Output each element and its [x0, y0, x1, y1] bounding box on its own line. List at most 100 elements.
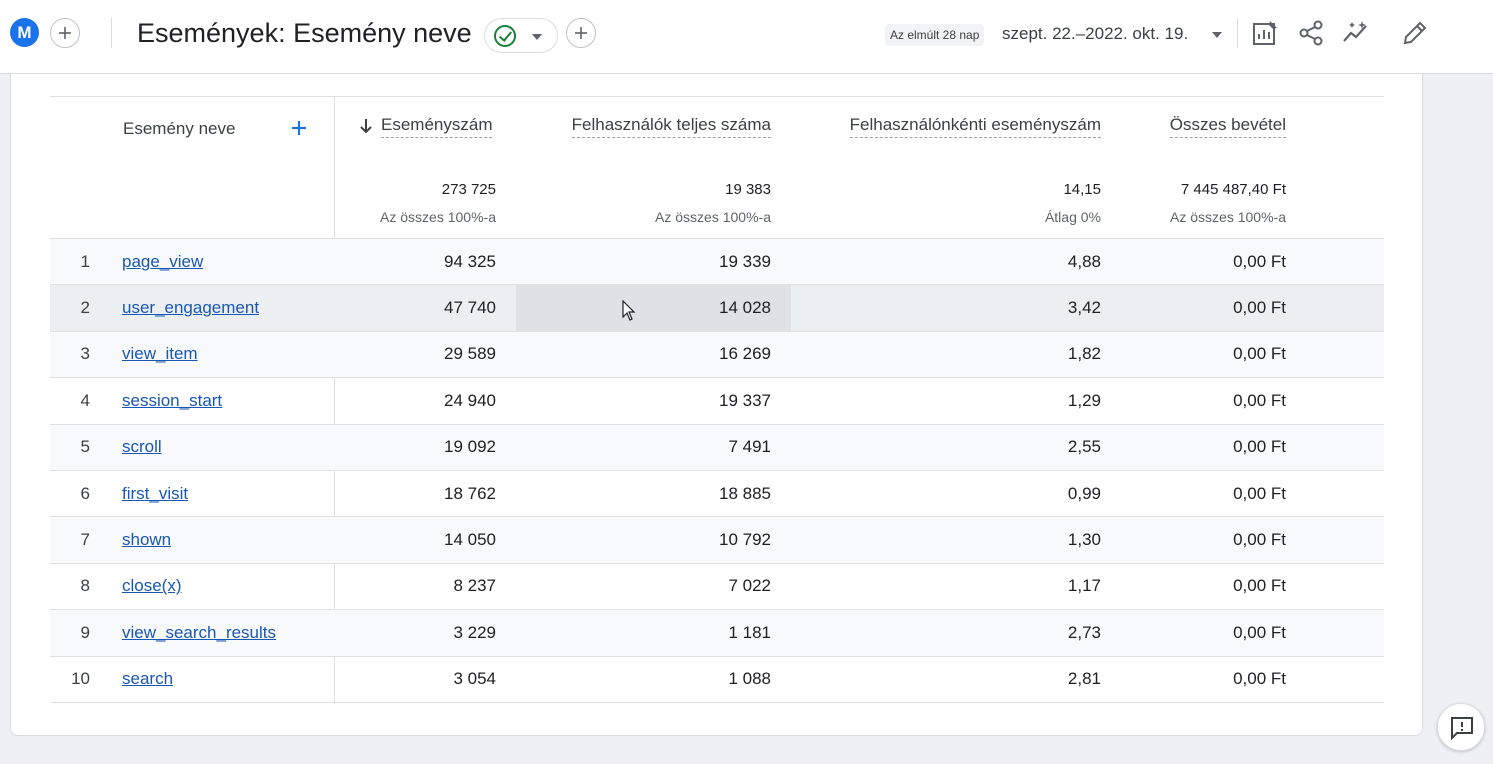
row-index: 9 [80, 622, 90, 642]
event-name-link[interactable]: session_start [122, 391, 222, 411]
event-name-link[interactable]: page_view [122, 252, 203, 272]
events-per-user-cell: 1,29 [1067, 390, 1101, 410]
total-users-cell: 7 022 [728, 576, 771, 596]
total-users-cell: 16 269 [719, 344, 771, 364]
row-index: 6 [80, 483, 90, 503]
total-users-cell: 1 181 [728, 622, 771, 642]
total-revenue-cell: 0,00 Ft [1233, 669, 1286, 689]
row-index: 5 [80, 437, 90, 457]
events-table: Esemény neve Eseményszám Felhasználók te… [50, 96, 1384, 704]
plus-icon [59, 27, 71, 39]
total-users-cell: 19 337 [719, 390, 771, 410]
total-revenue: 7 445 487,40 Ft [1180, 181, 1286, 198]
total-users-sub: Az összes 100%-a [655, 209, 771, 225]
event-count-cell: 24 940 [444, 390, 496, 410]
sort-arrow-down-icon[interactable] [359, 118, 373, 134]
total-events-per-user: 14,15 [1063, 181, 1101, 198]
total-revenue-cell: 0,00 Ft [1233, 251, 1286, 271]
mouse-cursor-icon [622, 300, 636, 321]
event-count-cell: 14 050 [444, 530, 496, 550]
total-revenue-cell: 0,00 Ft [1233, 298, 1286, 318]
add-dimension-plus-icon[interactable] [291, 120, 307, 136]
total-users: 19 383 [725, 181, 771, 198]
total-users-cell: 14 028 [719, 298, 771, 318]
event-name-link[interactable]: shown [122, 530, 171, 550]
edit-pencil-icon[interactable] [1401, 19, 1429, 47]
table-header: Esemény neve Eseményszám Felhasználók te… [50, 97, 1384, 239]
events-per-user-cell: 2,55 [1067, 437, 1101, 457]
plus-icon [575, 27, 587, 39]
column-header-event-count[interactable]: Eseményszám [381, 115, 493, 138]
event-name-link[interactable]: view_item [122, 344, 198, 364]
event-count-cell: 3 054 [453, 669, 496, 689]
total-revenue-cell: 0,00 Ft [1233, 344, 1286, 364]
event-count-cell: 94 325 [444, 251, 496, 271]
event-count-cell: 47 740 [444, 298, 496, 318]
column-header-total-users[interactable]: Felhasználók teljes száma [571, 115, 771, 138]
customize-report-icon[interactable] [1251, 19, 1279, 47]
row-index: 3 [80, 344, 90, 364]
feedback-button[interactable] [1437, 703, 1485, 751]
column-header-total-revenue[interactable]: Összes bevétel [1169, 115, 1286, 138]
total-users-cell: 10 792 [719, 530, 771, 550]
table-row[interactable]: 7 shown 14 050 10 792 1,30 0,00 Ft [50, 517, 1384, 564]
divider [111, 18, 112, 48]
events-per-user-cell: 1,82 [1067, 344, 1101, 364]
feedback-icon [1451, 717, 1473, 741]
event-name-link[interactable]: close(x) [122, 576, 182, 596]
table-row[interactable]: 5 scroll 19 092 7 491 2,55 0,00 Ft [50, 424, 1384, 471]
event-count-cell: 3 229 [453, 622, 496, 642]
total-event-count-sub: Az összes 100%-a [380, 209, 496, 225]
event-name-link[interactable]: scroll [122, 437, 162, 457]
events-per-user-cell: 2,81 [1067, 669, 1101, 689]
report-header: M Események: Esemény neve Az elmúlt 28 n… [0, 0, 1493, 74]
event-count-cell: 8 237 [453, 576, 496, 596]
share-icon[interactable] [1297, 19, 1325, 47]
events-per-user-cell: 1,30 [1067, 530, 1101, 550]
table-row[interactable]: 3 view_item 29 589 16 269 1,82 0,00 Ft [50, 331, 1384, 379]
row-index: 1 [80, 251, 90, 271]
table-row[interactable]: 10 search 3 054 1 088 2,81 0,00 Ft [50, 657, 1384, 703]
avatar[interactable]: M [10, 18, 39, 47]
event-name-link[interactable]: view_search_results [122, 623, 276, 643]
table-row[interactable]: 8 close(x) 8 237 7 022 1,17 0,00 Ft [50, 564, 1384, 611]
events-per-user-cell: 3,42 [1067, 298, 1101, 318]
total-revenue-cell: 0,00 Ft [1233, 390, 1286, 410]
table-row[interactable]: 4 session_start 24 940 19 337 1,29 0,00 Ft [50, 378, 1384, 425]
total-revenue-cell: 0,00 Ft [1233, 530, 1286, 550]
event-name-link[interactable]: user_engagement [122, 298, 259, 318]
table-row[interactable]: 9 view_search_results 3 229 1 181 2,73 0,00 F… [50, 610, 1384, 657]
events-per-user-cell: 0,99 [1067, 483, 1101, 503]
total-users-cell: 1 088 [728, 669, 771, 689]
table-row[interactable]: 6 first_visit 18 762 18 885 0,99 0,00 Ft [50, 471, 1384, 518]
event-count-cell: 29 589 [444, 344, 496, 364]
add-comparison-button[interactable] [50, 18, 80, 48]
total-revenue-cell: 0,00 Ft [1233, 437, 1286, 457]
divider [1237, 18, 1238, 48]
insights-icon[interactable] [1342, 19, 1370, 47]
event-name-link[interactable]: first_visit [122, 484, 188, 504]
add-filter-button[interactable] [566, 18, 596, 48]
column-header-event-name[interactable]: Esemény neve [123, 119, 235, 139]
row-index: 10 [71, 669, 90, 689]
table-row[interactable]: 1 page_view 94 325 19 339 4,88 0,00 Ft [50, 239, 1384, 286]
events-per-user-cell: 1,17 [1067, 576, 1101, 596]
total-event-count: 273 725 [441, 181, 496, 198]
total-users-cell: 19 339 [719, 251, 771, 271]
date-caret-down-icon[interactable] [1212, 32, 1222, 38]
total-revenue-cell: 0,00 Ft [1233, 622, 1286, 642]
page-title: Események: Esemény neve [137, 18, 472, 48]
column-header-events-per-user[interactable]: Felhasználónkénti eseményszám [849, 115, 1101, 138]
report-status-dropdown[interactable] [484, 18, 558, 53]
date-range-preset-label: Az elmúlt 28 nap [885, 24, 985, 46]
check-circle-icon [494, 25, 516, 47]
date-range-picker[interactable]: szept. 22.–2022. okt. 19. [1002, 24, 1188, 44]
event-name-link[interactable]: search [122, 669, 173, 689]
total-events-per-user-sub: Átlag 0% [1044, 209, 1101, 225]
row-index: 2 [80, 298, 90, 318]
table-row[interactable]: 2 user_engagement 47 740 14 028 3,42 0,00 Ft [50, 285, 1384, 332]
row-index: 4 [80, 390, 90, 410]
total-revenue-cell: 0,00 Ft [1233, 576, 1286, 596]
row-index: 8 [80, 576, 90, 596]
events-per-user-cell: 2,73 [1067, 622, 1101, 642]
